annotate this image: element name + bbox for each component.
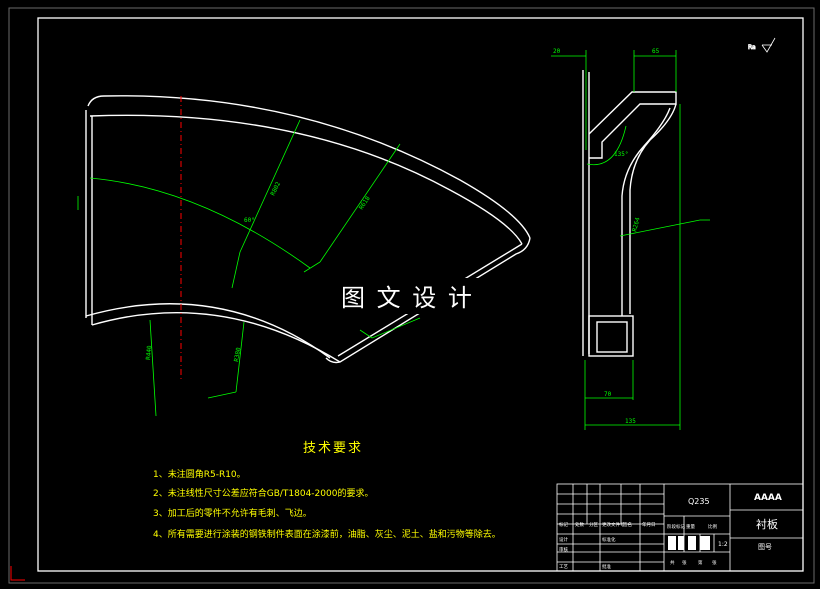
- title-block-scale: 1:2: [718, 541, 728, 548]
- dim-side-bottom-2: 135: [625, 418, 636, 425]
- dim-r-outer-2: R618: [358, 195, 372, 211]
- front-view: [85, 95, 531, 364]
- title-block-part-name: 衬板: [756, 517, 778, 531]
- tech-req-item-2: 2、未注线性尺寸公差应符合GB/T1804-2000的要求。: [153, 487, 373, 499]
- cad-drawing-sheet: Ra 60° R802 R618 R440 R380 20 65 135° R2…: [8, 7, 815, 584]
- dim-r-inner-1: R440: [145, 345, 153, 360]
- title-label-gongyi: 工艺: [559, 564, 568, 570]
- title-label-chushu: 处数: [575, 521, 584, 528]
- title-label-biaozhunhua: 标准化: [602, 536, 616, 543]
- title-label-pizhun: 批准: [602, 563, 611, 570]
- title-label-gengai: 更改文件号: [602, 521, 625, 528]
- title-label-di: 第: [698, 559, 703, 566]
- svg-text:Ra: Ra: [748, 44, 756, 51]
- tech-req-title: 技术要求: [303, 441, 363, 456]
- title-label-zhang-2: 张: [712, 559, 717, 566]
- title-label-zhongliang: 重量: [686, 523, 695, 530]
- dim-side-bottom-1: 70: [604, 391, 612, 398]
- title-label-jieduan: 阶段标记: [667, 523, 685, 530]
- title-label-qianming: 签名: [623, 521, 632, 528]
- title-label-bili: 比例: [708, 523, 717, 530]
- roughness-symbol-icon: Ra: [748, 37, 776, 53]
- title-label-zhang-1: 张: [682, 559, 687, 566]
- tech-req-item-4: 4、所有需要进行涂装的钢铁制件表面在涂漆前，油脂、灰尘、泥土、盐和污物等除去。: [153, 528, 501, 540]
- title-label-fenqu: 分区: [589, 521, 598, 528]
- watermark-text: 图 文 设 计: [341, 284, 474, 312]
- title-label-nianyueri: 年月日: [642, 521, 656, 528]
- title-block-drawing-code: AAAA: [754, 493, 782, 503]
- title-label-biaoji: 标记: [559, 521, 568, 528]
- title-label-sheji: 设计: [559, 536, 568, 543]
- tech-req-item-3: 3、加工后的零件不允许有毛刺、飞边。: [153, 507, 312, 519]
- front-view-dimensions: [77, 119, 421, 417]
- title-block-drawing-no-label: 图号: [758, 543, 772, 551]
- title-block-hatch: [668, 536, 710, 550]
- ucs-icon: [10, 566, 25, 581]
- dim-side-radius: R264: [631, 216, 642, 232]
- dim-angle-front: 60°: [244, 217, 255, 224]
- dim-side-top-left: 20: [553, 48, 561, 55]
- side-view: [582, 70, 677, 357]
- title-label-shenhe: 审核: [559, 546, 568, 553]
- tech-req-item-1: 1、未注圆角R5-R10。: [153, 468, 246, 480]
- dim-side-top-right: 65: [652, 48, 660, 55]
- dim-side-angle: 135°: [614, 151, 628, 158]
- dim-r-inner-2: R380: [233, 347, 242, 363]
- title-label-gong: 共: [670, 559, 675, 566]
- title-block-material: Q235: [688, 497, 710, 506]
